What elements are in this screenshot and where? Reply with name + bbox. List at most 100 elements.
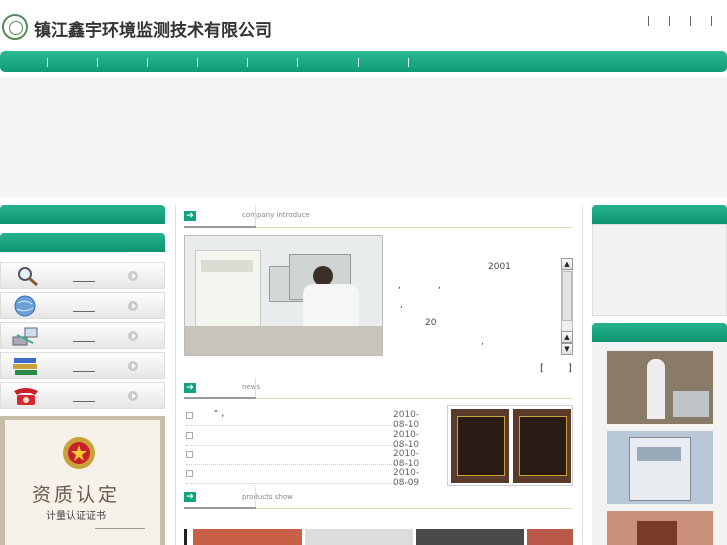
person-head [313,266,333,286]
telephone-icon [14,388,38,405]
section-underline [184,397,256,399]
bullet-icon [186,432,193,439]
menu-label [73,371,95,372]
intro-number: 20 [425,318,437,328]
national-emblem-icon [63,437,95,469]
more-bracket-left[interactable]: [ [540,363,544,374]
intro-comma: , [481,337,484,347]
carousel-edge [184,529,187,545]
right-products-header [592,323,727,342]
bullet-icon [186,470,193,477]
news-section-title: news [242,383,261,391]
left-menu-header [0,233,165,252]
plaque-inner [457,416,505,476]
product-photo-extra[interactable] [607,511,713,545]
globe-icon [14,295,36,317]
scroll-thumb[interactable] [562,271,572,321]
menu-item-globe[interactable] [0,292,165,319]
arrow-right-icon[interactable] [128,331,138,341]
lab-device [673,391,709,417]
nav-divider [197,58,198,67]
bullet-icon [186,451,193,458]
menu-item-search[interactable] [0,262,165,289]
certificate-subtitle: 计量认证证书 [46,511,106,522]
nav-divider [297,58,298,67]
bullet-icon [186,412,193,419]
menu-label [73,311,95,312]
award-plaques-frame[interactable] [447,405,573,486]
menu-label [73,281,95,282]
instrument-panel [201,260,253,272]
menu-item-books[interactable] [0,352,165,379]
intro-comma: , [438,281,441,291]
section-underline [184,507,256,509]
certificate-number-line [95,528,145,529]
arrow-right-icon: ➔ [184,383,196,393]
intro-year: 2001 [488,262,511,272]
menu-label [73,341,95,342]
title-divider [255,205,256,227]
banner-area [0,77,727,197]
person-figure [647,359,665,419]
lab-bench [185,326,382,355]
intro-comma: , [398,281,401,291]
title-divider [255,378,256,398]
news-item[interactable]: 2010-08-09 [186,464,419,488]
nav-divider [147,58,148,67]
section-underline [256,398,572,399]
section-underline [184,226,256,228]
scroll-up-button[interactable]: ▲ [561,258,573,270]
top-link-divider [669,16,670,26]
certificate-image[interactable]: 资质认定 计量认证证书 [0,416,165,545]
network-computer-icon [12,327,38,346]
title-divider [255,487,256,508]
magnifier-icon [18,267,38,287]
nav-divider [358,58,359,67]
right-panel-body [592,224,727,316]
arrow-right-icon: ➔ [184,211,196,221]
books-icon [13,358,37,375]
plaque-inner [519,416,567,476]
news-item[interactable]: 2010-08-10 [186,426,419,450]
arrow-right-icon[interactable] [128,391,138,401]
more-bracket-right[interactable]: ] [568,363,572,374]
top-link-divider [648,16,649,26]
nav-divider [97,58,98,67]
news-item[interactable]: “ ， 2010-08-10 [186,406,419,430]
main-nav-bar[interactable] [0,51,727,72]
product-thumb[interactable] [305,529,413,545]
column-divider [582,205,583,545]
left-panel-header [0,205,165,224]
product-photo-lab[interactable] [607,351,713,424]
scroll-down-button-upper[interactable]: ▲ [561,331,573,343]
product-photo-device[interactable] [607,431,713,504]
product-thumb[interactable] [416,529,524,545]
arrow-right-icon[interactable] [128,361,138,371]
intro-section-title: company introduce [242,211,310,219]
top-link-divider [690,16,691,26]
menu-item-phone[interactable] [0,382,165,409]
device-screen [637,447,681,461]
award-plaque [451,409,509,483]
section-underline [256,227,572,228]
nav-divider [408,58,409,67]
news-item[interactable]: 2010-08-10 [186,445,419,469]
arrow-right-icon[interactable] [128,301,138,311]
menu-item-network[interactable] [0,322,165,349]
news-title[interactable]: “ ， [214,408,229,419]
device-body [637,521,677,545]
news-date: 2010-08-09 [393,468,420,488]
arrow-right-icon[interactable] [128,271,138,281]
company-name: 镇江鑫宇环境监测技术有限公司 [34,21,272,41]
scroll-down-button[interactable]: ▼ [561,343,573,355]
intro-comma: , [400,300,403,310]
lab-photo[interactable] [184,235,383,356]
nav-divider [47,58,48,67]
menu-label [73,401,95,402]
product-thumb[interactable] [527,529,573,545]
certificate-title: 资质认定 [32,484,121,506]
product-thumb[interactable] [193,529,302,545]
right-panel-header [592,205,727,224]
arrow-right-icon: ➔ [184,492,196,502]
company-logo[interactable] [2,14,28,40]
